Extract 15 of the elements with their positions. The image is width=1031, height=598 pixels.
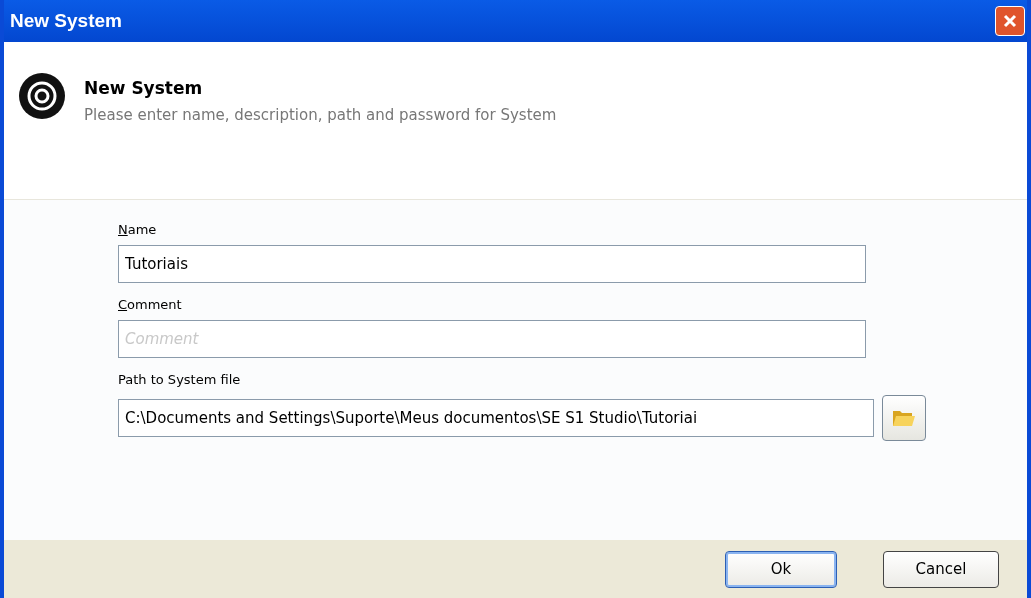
field-label: Comment: [118, 297, 182, 312]
target-icon: [18, 72, 66, 120]
close-icon: [1002, 13, 1018, 29]
window-title: New System: [10, 10, 122, 32]
browse-button[interactable]: [882, 395, 926, 441]
dialog-button[interactable]: Cancel: [883, 550, 999, 588]
folder-icon: [892, 408, 916, 428]
text-field[interactable]: Tutoriais: [118, 245, 866, 283]
field-label: Name: [118, 222, 157, 237]
dialog-button[interactable]: Ok: [725, 550, 837, 588]
close-button[interactable]: [995, 6, 1025, 36]
header-title: New System: [84, 78, 204, 98]
header-subtitle: Please enter name, description, path and password for System: [84, 106, 557, 124]
field-label: Path to System file: [118, 372, 241, 387]
path-field[interactable]: C:\Documents and Settings\Suporte\Meus documentos\SE S1 Studio\Tutoriai: [118, 399, 874, 437]
